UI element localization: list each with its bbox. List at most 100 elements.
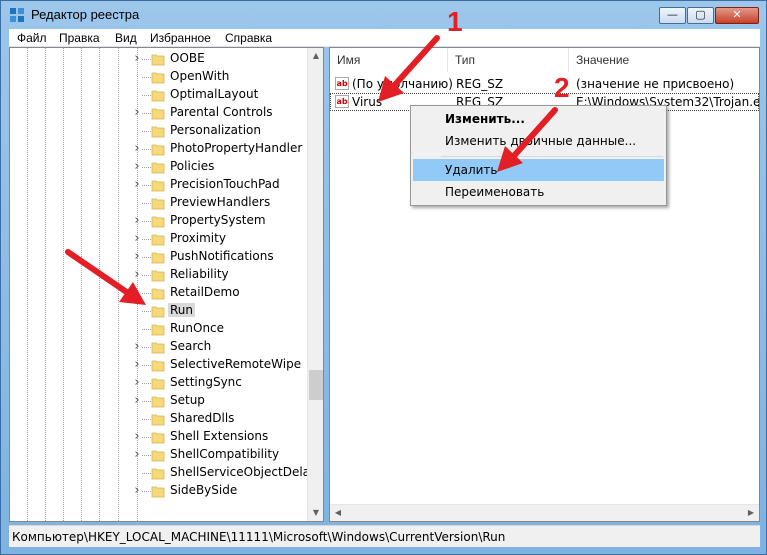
tree-item-label: PhotoPropertyHandler (170, 141, 303, 155)
tree-item[interactable]: OptimalLayout (10, 86, 308, 104)
context-modify-binary[interactable]: Изменить двоичные данные... (413, 130, 664, 152)
tree-item[interactable]: › Parental Controls (10, 104, 308, 122)
tree-item[interactable]: OpenWith (10, 68, 308, 86)
expand-chevron-icon[interactable]: › (132, 430, 142, 443)
tree-item-label: PushNotifications (170, 249, 274, 263)
tree-item[interactable]: SharedDlls (10, 410, 308, 428)
maximize-button[interactable]: ▢ (687, 7, 714, 24)
tree-item-label: SharedDlls (170, 411, 235, 425)
tree-item[interactable]: › Reliability (10, 266, 308, 284)
string-value-icon: ab (335, 77, 349, 90)
column-header-value[interactable]: Значение (569, 48, 759, 72)
column-header-name[interactable]: Имя (330, 48, 448, 72)
scroll-down-arrow-icon[interactable]: ▼ (308, 505, 323, 521)
expand-chevron-icon[interactable]: › (132, 484, 142, 497)
list-horizontal-scrollbar[interactable]: ◀ ▶ (330, 504, 759, 521)
folder-icon (151, 324, 165, 336)
tree-item[interactable]: Run (10, 302, 308, 320)
tree-item[interactable]: › Proximity (10, 230, 308, 248)
folder-icon (151, 144, 165, 156)
tree-item[interactable]: › OOBE (10, 50, 308, 68)
tree-item[interactable]: › Search (10, 338, 308, 356)
expand-chevron-icon[interactable]: › (132, 52, 142, 65)
tree-item-label: PropertySystem (170, 213, 266, 227)
expand-chevron-icon[interactable]: › (132, 178, 142, 191)
folder-icon (151, 306, 165, 318)
menu-file[interactable]: Файл (17, 31, 47, 45)
tree-item[interactable]: PreviewHandlers (10, 194, 308, 212)
expand-chevron-icon[interactable]: › (132, 268, 142, 281)
tree-item[interactable]: › Policies (10, 158, 308, 176)
tree-item[interactable]: › Setup (10, 392, 308, 410)
tree-item[interactable]: › Shell Extensions (10, 428, 308, 446)
expand-chevron-icon[interactable]: › (132, 106, 142, 119)
expand-chevron-icon[interactable]: › (132, 142, 142, 155)
annotation-number-1: 1 (447, 6, 463, 37)
folder-icon (151, 342, 165, 354)
expand-chevron-icon[interactable]: › (132, 232, 142, 245)
tree-item-label: SideBySide (170, 483, 238, 497)
context-menu: Изменить... Изменить двоичные данные... … (410, 105, 667, 206)
context-rename[interactable]: Переименовать (413, 181, 664, 203)
folder-icon (151, 450, 165, 462)
folder-icon (151, 90, 165, 102)
tree-item[interactable]: › SettingSync (10, 374, 308, 392)
scrollbar-thumb[interactable] (309, 370, 323, 400)
menu-view[interactable]: Вид (115, 31, 137, 45)
folder-icon (151, 468, 165, 480)
context-modify[interactable]: Изменить... (413, 108, 664, 130)
tree-vertical-scrollbar[interactable]: ▲ ▼ (307, 48, 323, 521)
tree-item[interactable]: RunOnce (10, 320, 308, 338)
registry-editor-window: Редактор реестра — ▢ ✕ Файл Правка Вид И… (0, 0, 767, 555)
expand-chevron-icon[interactable]: › (132, 214, 142, 227)
tree-item[interactable]: › PushNotifications (10, 248, 308, 266)
tree-item[interactable]: ShellServiceObjectDelayLo (10, 464, 323, 482)
folder-icon (151, 180, 165, 192)
expand-chevron-icon[interactable]: › (132, 340, 142, 353)
tree-item-label: Policies (170, 159, 215, 173)
expand-chevron-icon[interactable]: › (132, 448, 142, 461)
tree-item[interactable]: › ShellCompatibility (10, 446, 308, 464)
close-button[interactable]: ✕ (715, 7, 759, 24)
expand-chevron-icon[interactable]: › (132, 394, 142, 407)
folder-icon (151, 486, 165, 498)
tree-item[interactable]: › PhotoPropertyHandler (10, 140, 308, 158)
folder-icon (151, 162, 165, 174)
tree-item[interactable]: › SelectiveRemoteWipe (10, 356, 308, 374)
tree-item-label: OOBE (170, 51, 205, 65)
folder-icon (151, 234, 165, 246)
tree-item-label: SettingSync (170, 375, 242, 389)
folder-icon (151, 108, 165, 120)
value-name: Virus (352, 95, 383, 109)
expand-chevron-icon[interactable]: › (132, 286, 142, 299)
menu-help[interactable]: Справка (225, 31, 272, 45)
column-header-type[interactable]: Тип (448, 48, 569, 72)
tree-item[interactable]: › SideBySide (10, 482, 308, 500)
tree-item[interactable]: › RetailDemo (10, 284, 308, 302)
registry-tree[interactable]: › OOBE OpenWith OptimalLayout › Parental Cont… (9, 47, 324, 522)
expand-chevron-icon[interactable]: › (132, 160, 142, 173)
expand-chevron-icon[interactable]: › (132, 376, 142, 389)
scroll-right-arrow-icon[interactable]: ▶ (743, 505, 759, 521)
title-bar[interactable]: Редактор реестра — ▢ ✕ (1, 1, 766, 29)
minimize-button[interactable]: — (659, 7, 686, 24)
expand-chevron-icon[interactable]: › (132, 250, 142, 263)
tree-item-label: RetailDemo (170, 285, 240, 299)
tree-item[interactable]: › PrecisionTouchPad (10, 176, 308, 194)
menu-favorites[interactable]: Избранное (150, 31, 211, 45)
list-row-default[interactable]: ab (По умолчанию) REG_SZ (значение не пр… (330, 75, 759, 93)
expand-chevron-icon[interactable]: › (132, 358, 142, 371)
tree-item-label: Search (170, 339, 212, 353)
tree-item[interactable]: › PropertySystem (10, 212, 308, 230)
folder-icon (151, 270, 165, 282)
tree-item[interactable]: Personalization (10, 122, 308, 140)
menu-edit[interactable]: Правка (59, 31, 100, 45)
tree-item-label: Parental Controls (170, 105, 273, 119)
tree-item-label: OpenWith (170, 69, 230, 83)
menu-bar: Файл Правка Вид Избранное Справка (9, 29, 760, 47)
folder-icon (151, 198, 165, 210)
scroll-left-arrow-icon[interactable]: ◀ (330, 505, 346, 521)
scroll-up-arrow-icon[interactable]: ▲ (308, 48, 323, 64)
folder-icon (151, 414, 165, 426)
context-delete[interactable]: Удалить (413, 159, 664, 181)
